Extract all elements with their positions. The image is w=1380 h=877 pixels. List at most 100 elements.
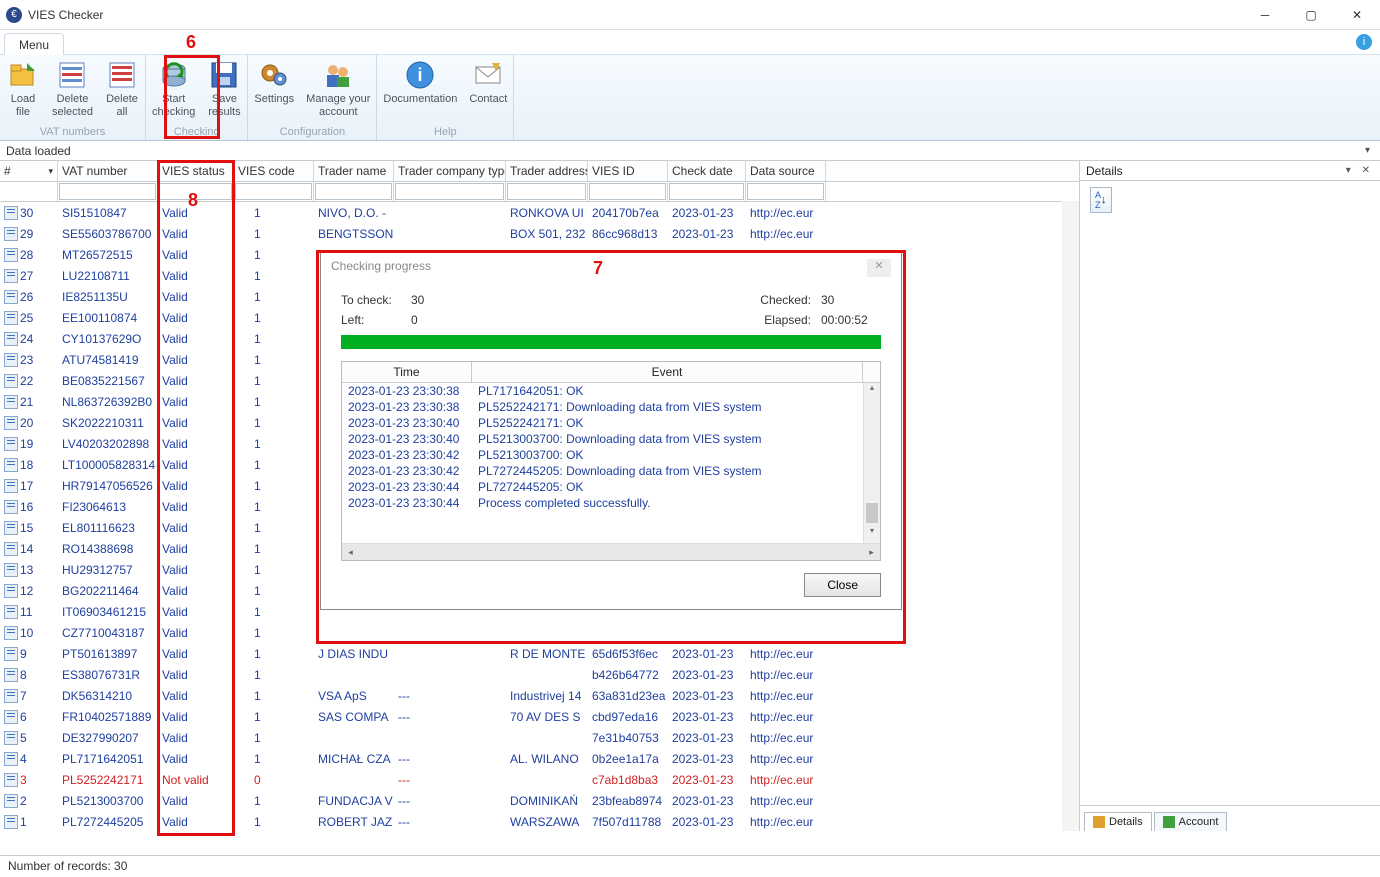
table-cell: MT26572515 <box>58 248 158 262</box>
close-window-button[interactable]: ✕ <box>1334 0 1380 30</box>
column-header[interactable]: VIES ID <box>588 161 668 181</box>
settings-button[interactable]: Settings <box>248 55 300 126</box>
column-header[interactable]: Trader company type <box>394 161 506 181</box>
table-row[interactable]: 29SE55603786700Valid1BENGTSSONBOX 501, 2… <box>0 223 1079 244</box>
table-cell: --- <box>394 689 506 703</box>
table-cell: 13 <box>0 563 58 577</box>
dialog-close-x[interactable]: ✕ <box>867 259 891 277</box>
column-header[interactable]: VIES code <box>234 161 314 181</box>
column-header[interactable]: VAT number <box>58 161 158 181</box>
log-header-time[interactable]: Time <box>342 362 472 382</box>
delete-all-button[interactable]: Deleteall <box>99 55 145 126</box>
column-header[interactable]: #▾ <box>0 161 58 181</box>
column-header[interactable]: Data source <box>746 161 826 181</box>
row-icon <box>4 458 18 472</box>
table-cell: 1 <box>234 374 314 388</box>
row-icon <box>4 731 18 745</box>
column-header[interactable]: Trader name <box>314 161 394 181</box>
progress-dialog: Checking progress ✕ To check: 30 Checked… <box>320 252 902 610</box>
column-filter-input[interactable] <box>507 183 586 200</box>
table-cell: LV40203202898 <box>58 437 158 451</box>
table-cell: SAS COMPA <box>314 710 394 724</box>
log-row: 2023-01-23 23:30:44Process completed suc… <box>342 495 880 511</box>
documentation-button[interactable]: iDocumentation <box>377 55 463 126</box>
tab-details[interactable]: Details <box>1084 812 1152 831</box>
column-filter-input[interactable] <box>747 183 824 200</box>
table-cell: 16 <box>0 500 58 514</box>
table-row[interactable]: 6FR10402571889Valid1SAS COMPA---70 AV DE… <box>0 706 1079 727</box>
table-row[interactable]: 10CZ7710043187Valid1 <box>0 622 1079 643</box>
start-checking-button[interactable]: Startchecking <box>146 55 201 126</box>
table-cell: http://ec.eur <box>746 773 826 787</box>
status-dropdown-icon[interactable]: ▾ <box>1365 145 1374 156</box>
table-cell: http://ec.eur <box>746 710 826 724</box>
svg-text:i: i <box>418 65 423 85</box>
table-row[interactable]: 4PL7171642051Valid1MICHAŁ CZA---AL. WILA… <box>0 748 1079 769</box>
column-header[interactable]: Check date <box>668 161 746 181</box>
table-cell: 1 <box>234 269 314 283</box>
details-close-icon[interactable]: ✕ <box>1362 165 1374 176</box>
column-filter-input[interactable] <box>669 183 744 200</box>
table-cell: 19 <box>0 437 58 451</box>
save-results-button[interactable]: Saveresults <box>201 55 247 126</box>
column-filter-input[interactable] <box>59 183 156 200</box>
log-row: 2023-01-23 23:30:44PL7272445205: OK <box>342 479 880 495</box>
info-icon[interactable]: i <box>1356 34 1372 50</box>
table-cell: PL7272445205 <box>58 815 158 829</box>
log-event: Process completed successfully. <box>472 496 880 510</box>
delete-selected-button[interactable]: Deleteselected <box>46 55 99 126</box>
table-cell: 1 <box>234 815 314 829</box>
details-pin-icon[interactable]: ▾ <box>1346 165 1355 176</box>
column-filter-input[interactable] <box>235 183 312 200</box>
table-cell: 1 <box>234 206 314 220</box>
table-cell: Valid <box>158 458 234 472</box>
table-cell: Valid <box>158 374 234 388</box>
table-row[interactable]: 3PL5252242171Not valid0---c7ab1d8ba32023… <box>0 769 1079 790</box>
log-row: 2023-01-23 23:30:40PL5213003700: Downloa… <box>342 431 880 447</box>
minimize-button[interactable]: ─ <box>1242 0 1288 30</box>
maximize-button[interactable]: ▢ <box>1288 0 1334 30</box>
table-cell: Valid <box>158 815 234 829</box>
manage-account-label: Manage youraccount <box>306 93 370 119</box>
delete-all-icon <box>106 59 138 91</box>
table-row[interactable]: 9PT501613897Valid1J DIAS INDUR DE MONTE6… <box>0 643 1079 664</box>
load-file-button[interactable]: Loadfile <box>0 55 46 126</box>
contact-button[interactable]: Contact <box>463 55 513 126</box>
table-cell: 2023-01-23 <box>668 815 746 829</box>
table-cell: 2023-01-23 <box>668 773 746 787</box>
table-cell: BE0835221567 <box>58 374 158 388</box>
table-cell: PL5252242171 <box>58 773 158 787</box>
table-row[interactable]: 1PL7272445205Valid1ROBERT JAZ---WARSZAWA… <box>0 811 1079 831</box>
table-cell: EL801116623 <box>58 521 158 535</box>
table-row[interactable]: 8ES38076731RValid1b426b647722023-01-23ht… <box>0 664 1079 685</box>
table-cell: Valid <box>158 227 234 241</box>
log-horizontal-scrollbar[interactable]: ◂▸ <box>342 543 880 560</box>
column-filter-input[interactable] <box>395 183 504 200</box>
table-row[interactable]: 5DE327990207Valid17e31b407532023-01-23ht… <box>0 727 1079 748</box>
table-row[interactable]: 2PL5213003700Valid1FUNDACJA V---DOMINIKA… <box>0 790 1079 811</box>
log-header-event[interactable]: Event <box>472 362 863 382</box>
tab-account[interactable]: Account <box>1154 812 1228 831</box>
table-row[interactable]: 30SI51510847Valid1NIVO, D.O. -RONKOVA UI… <box>0 202 1079 223</box>
table-cell: 1 <box>234 332 314 346</box>
row-icon <box>4 479 18 493</box>
checked-value: 30 <box>821 293 881 307</box>
manage-account-button[interactable]: Manage youraccount <box>300 55 376 126</box>
table-cell: 1 <box>234 290 314 304</box>
sort-button[interactable]: AZ ↓ <box>1090 187 1112 213</box>
dialog-close-button[interactable]: Close <box>804 573 881 597</box>
table-cell: cbd97eda16 <box>588 710 668 724</box>
table-cell: 11 <box>0 605 58 619</box>
checked-label: Checked: <box>751 293 821 307</box>
log-vertical-scrollbar[interactable]: ▴ ▾ <box>863 383 880 543</box>
table-cell: Industrivej 14 <box>506 689 588 703</box>
column-filter-input[interactable] <box>315 183 392 200</box>
table-cell: LU22108711 <box>58 269 158 283</box>
menu-tab[interactable]: Menu <box>4 33 64 55</box>
grid-scrollbar[interactable] <box>1062 201 1079 831</box>
column-filter-input[interactable] <box>589 183 666 200</box>
column-header[interactable]: Trader address <box>506 161 588 181</box>
table-row[interactable]: 7DK56314210Valid1VSA ApS---Industrivej 1… <box>0 685 1079 706</box>
column-header[interactable]: VIES status <box>158 161 234 181</box>
contact-icon <box>472 59 504 91</box>
